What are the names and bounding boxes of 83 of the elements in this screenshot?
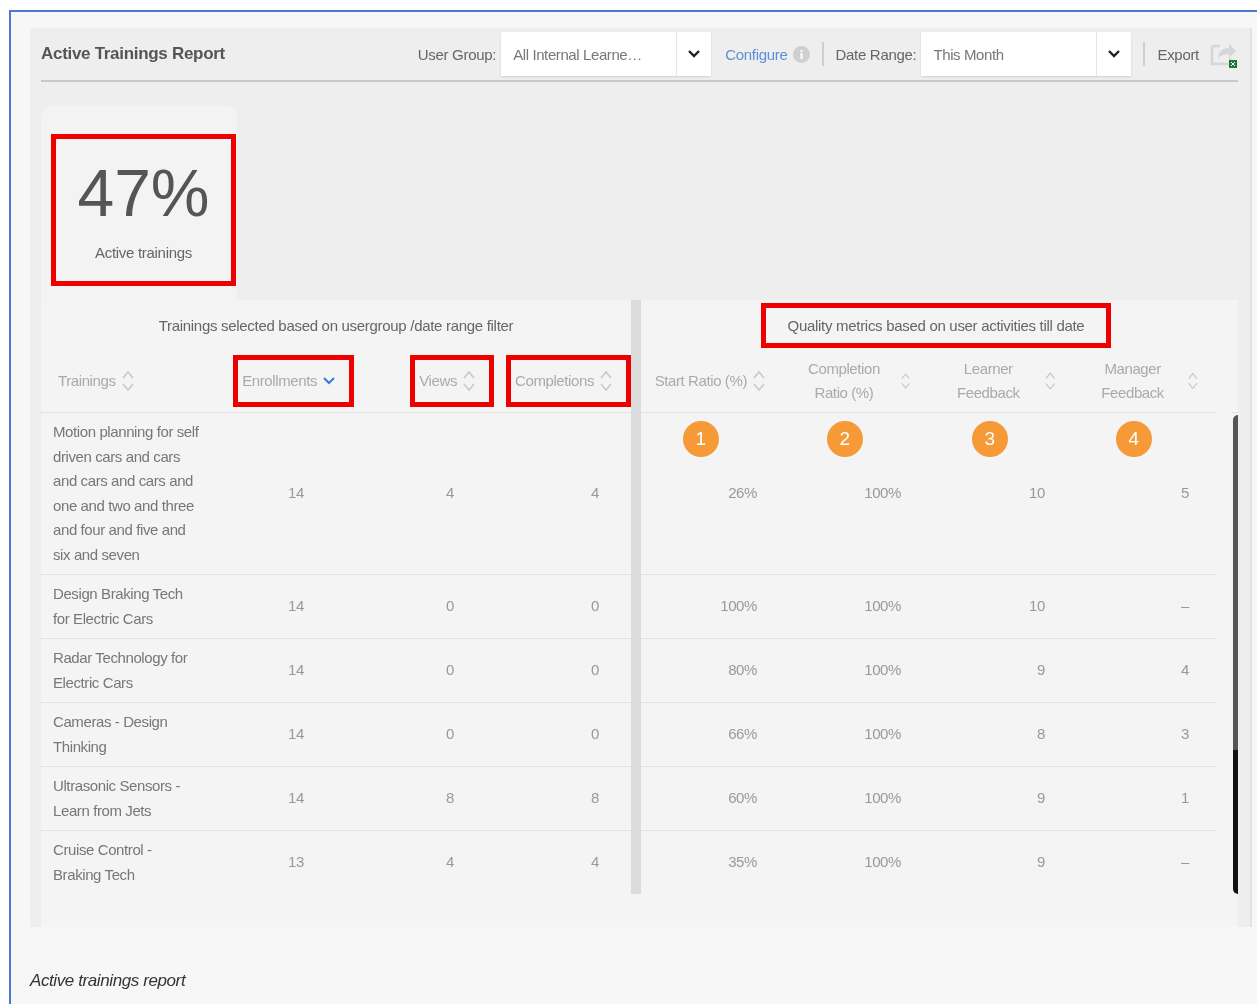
table-cell-text: 8 — [591, 788, 599, 809]
table-cell-text: 0 — [446, 596, 454, 617]
table-cell-text: 100% — [864, 483, 901, 504]
column-header[interactable]: Start Ratio (%) — [645, 355, 784, 407]
sort-icon — [1188, 370, 1198, 392]
user-group-dropdown[interactable]: All Internal Learne… — [501, 32, 712, 76]
table-cell-text: 4 — [591, 852, 599, 873]
chevron-down-icon — [688, 50, 701, 58]
table-cell-text: 9 — [1037, 788, 1045, 809]
date-range-dropdown[interactable]: This Month — [921, 32, 1132, 76]
sort-descending-icon — [323, 377, 335, 385]
table-cell-text: 1 — [1181, 788, 1189, 809]
table-cell-text: 26% — [728, 483, 757, 504]
table-cell-text: 4 — [591, 483, 599, 504]
configure-link[interactable]: Configure — [725, 45, 788, 63]
table-cell-text: 100% — [864, 852, 901, 873]
number-badge: 3 — [971, 421, 1008, 457]
export-label: Export — [1157, 45, 1199, 63]
table-cell-text: 100% — [720, 596, 757, 617]
table-cell-text: 10 — [1029, 596, 1045, 617]
training-name: Cameras - Design Thinking — [53, 712, 169, 757]
table-cell-text: 10 — [1029, 483, 1045, 504]
training-name: Motion planning for self driven cars and cars and cars and cars and one and two and three and four and five and six and seven — [53, 422, 199, 565]
column-header[interactable]: Trainings — [53, 355, 153, 407]
group-title: Quality metrics based on user activities till date — [760, 302, 1112, 348]
sort-icon — [463, 370, 475, 392]
training-name: Cruise Control - Braking Tech — [53, 840, 153, 885]
table-cell-text: 14 — [288, 724, 304, 745]
table-cell-text: 100% — [864, 596, 901, 617]
sort-icon — [753, 370, 765, 392]
table-cell-text: 8 — [1037, 724, 1045, 745]
sort-icon — [1044, 370, 1055, 392]
sort-icon — [600, 370, 612, 392]
table-cell-text: 0 — [446, 660, 454, 681]
table-cell-text: – — [1181, 852, 1189, 873]
table-cell-text: 100% — [864, 724, 901, 745]
active-trainings-label: Active trainings — [95, 243, 192, 261]
table-cell-text: 4 — [446, 852, 454, 873]
table-cell-text: 14 — [288, 788, 304, 809]
sort-icon — [121, 370, 134, 392]
table-cell-text: 8 — [446, 788, 454, 809]
column-header[interactable]: Completions — [506, 355, 631, 407]
column-header[interactable]: Learner Feedback — [929, 355, 1074, 407]
table-cell-text: 14 — [288, 483, 304, 504]
table-cell-text: 0 — [591, 660, 599, 681]
column-header[interactable]: Completion Ratio (%) — [784, 355, 929, 407]
training-name: Design Braking Tech for Electric Cars — [53, 584, 184, 629]
table-cell-text: 13 — [288, 852, 304, 873]
column-header[interactable]: Views — [410, 355, 494, 407]
active-percentage: 47% — [77, 159, 210, 226]
table-cell-text: 66% — [728, 724, 757, 745]
table-cell-text: 3 — [1181, 724, 1189, 745]
info-icon[interactable] — [792, 45, 810, 63]
number-badge: 2 — [826, 421, 863, 457]
sort-icon — [900, 370, 910, 392]
table-cell-text: 35% — [728, 852, 757, 873]
column-header[interactable]: Enrollments — [233, 355, 354, 407]
date-range-label: Date Range: — [835, 45, 917, 63]
column-header[interactable]: Manager Feedback — [1074, 355, 1217, 407]
report-title: Active Trainings Report — [41, 44, 225, 64]
user-group-label: User Group: — [417, 45, 497, 63]
table-cell-text: 100% — [864, 660, 901, 681]
table-cell-text: 100% — [864, 788, 901, 809]
table-cell-text: 0 — [591, 724, 599, 745]
table-cell-text: 14 — [288, 596, 304, 617]
table-cell-text: 80% — [728, 660, 757, 681]
figure-caption: Active trainings report — [30, 971, 188, 991]
table-cell-text: 4 — [1181, 660, 1189, 681]
table-cell-text: 14 — [288, 660, 304, 681]
table-cell-text: 9 — [1037, 660, 1045, 681]
table-cell-text: 9 — [1037, 852, 1045, 873]
number-badge: 4 — [1115, 421, 1152, 457]
table-cell-text: 4 — [446, 483, 454, 504]
training-name: Ultrasonic Sensors - Learn from Jets — [53, 776, 182, 821]
table-cell-text: 0 — [446, 724, 454, 745]
table-cell-text: 60% — [728, 788, 757, 809]
group-title: Trainings selected based on usergroup /date range filter — [158, 316, 514, 334]
training-name: Radar Technology for Electric Cars — [53, 648, 189, 693]
chevron-down-icon — [1108, 50, 1121, 58]
number-badge: 1 — [682, 421, 719, 457]
table-cell-text: – — [1181, 596, 1189, 617]
table-cell-text: 0 — [591, 596, 599, 617]
table-cell-text: 5 — [1181, 483, 1189, 504]
